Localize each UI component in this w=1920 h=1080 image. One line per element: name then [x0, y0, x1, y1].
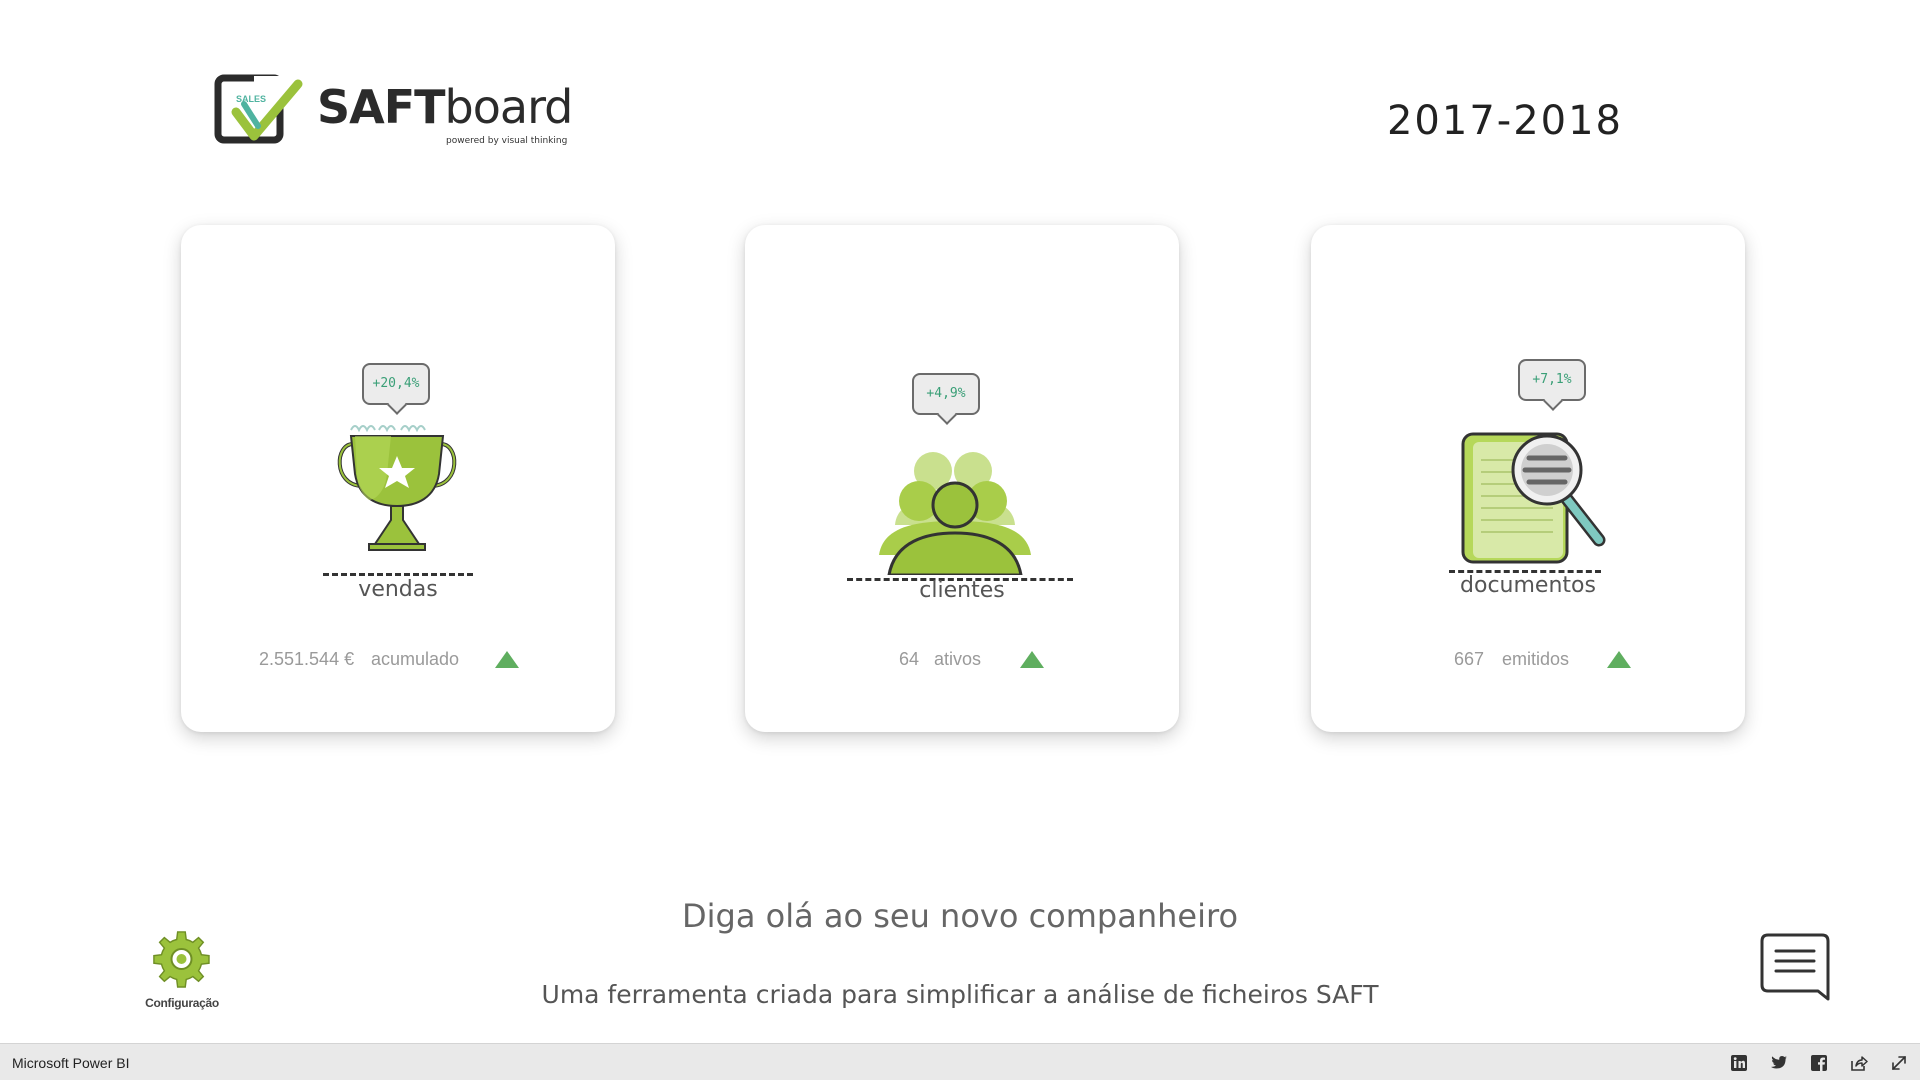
card-title: vendas: [358, 577, 438, 602]
stat-value: 667: [1454, 649, 1485, 669]
stat-label: emitidos: [1502, 649, 1570, 669]
logo-mark-icon: SALES: [214, 74, 303, 144]
fullscreen-icon[interactable]: [1890, 1054, 1908, 1072]
change-badge: +7,1%: [1518, 359, 1586, 401]
stat-label: ativos: [934, 649, 982, 669]
card-vendas[interactable]: +20,4% vendas 2.551.544 € acumulado: [181, 225, 615, 732]
gear-icon: [153, 931, 210, 988]
card-clientes[interactable]: +4,9% clientes 64 ativos: [745, 225, 1179, 732]
card-stats: 667 emitidos: [1311, 649, 1745, 675]
card-documentos[interactable]: +7,1% documentos 667 emitidos: [1311, 225, 1745, 732]
period-label: 2017-2018: [1386, 98, 1623, 144]
report-page: SALES SAFTboard powered by visual thinki…: [0, 0, 1920, 1080]
trophy-icon: [337, 425, 457, 551]
welcome-headline: Diga olá ao seu novo companheiro: [681, 897, 1239, 935]
trend-up-icon: [1607, 651, 1631, 668]
welcome-subline: Uma ferramenta criada para simplificar a…: [541, 980, 1379, 1009]
card-stats: 2.551.544 € acumulado: [181, 649, 615, 675]
facebook-icon[interactable]: [1810, 1054, 1828, 1072]
saftboard-logo: SALES SAFTboard powered by visual thinki…: [214, 74, 574, 154]
people-icon: [879, 452, 1031, 575]
baseline-divider: [323, 573, 473, 576]
configuration-label: Configuração: [145, 996, 219, 1010]
change-badge: +20,4%: [362, 363, 430, 405]
configuration-button[interactable]: Configuração: [140, 930, 224, 1010]
trend-up-icon: [495, 651, 519, 668]
svg-text:SALES: SALES: [236, 94, 266, 104]
card-title: clientes: [919, 578, 1005, 603]
change-badge: +4,9%: [912, 373, 980, 415]
status-bar: Microsoft Power BI: [0, 1043, 1920, 1080]
document-search-icon: [1461, 432, 1606, 564]
app-name: Microsoft Power BI: [12, 1055, 130, 1071]
logo-wordmark: SAFTboard: [317, 80, 573, 134]
logo-tagline: powered by visual thinking: [446, 136, 568, 146]
card-stats: 64 ativos: [745, 649, 1179, 675]
stat-label: acumulado: [371, 649, 460, 669]
card-title: documentos: [1460, 573, 1596, 598]
stat-value: 64: [899, 649, 920, 669]
linkedin-icon[interactable]: [1730, 1054, 1748, 1072]
twitter-icon[interactable]: [1770, 1054, 1788, 1072]
chat-menu-icon[interactable]: [1760, 933, 1830, 1003]
stat-value: 2.551.544 €: [259, 649, 355, 669]
share-icon[interactable]: [1850, 1054, 1868, 1072]
trend-up-icon: [1020, 651, 1044, 668]
